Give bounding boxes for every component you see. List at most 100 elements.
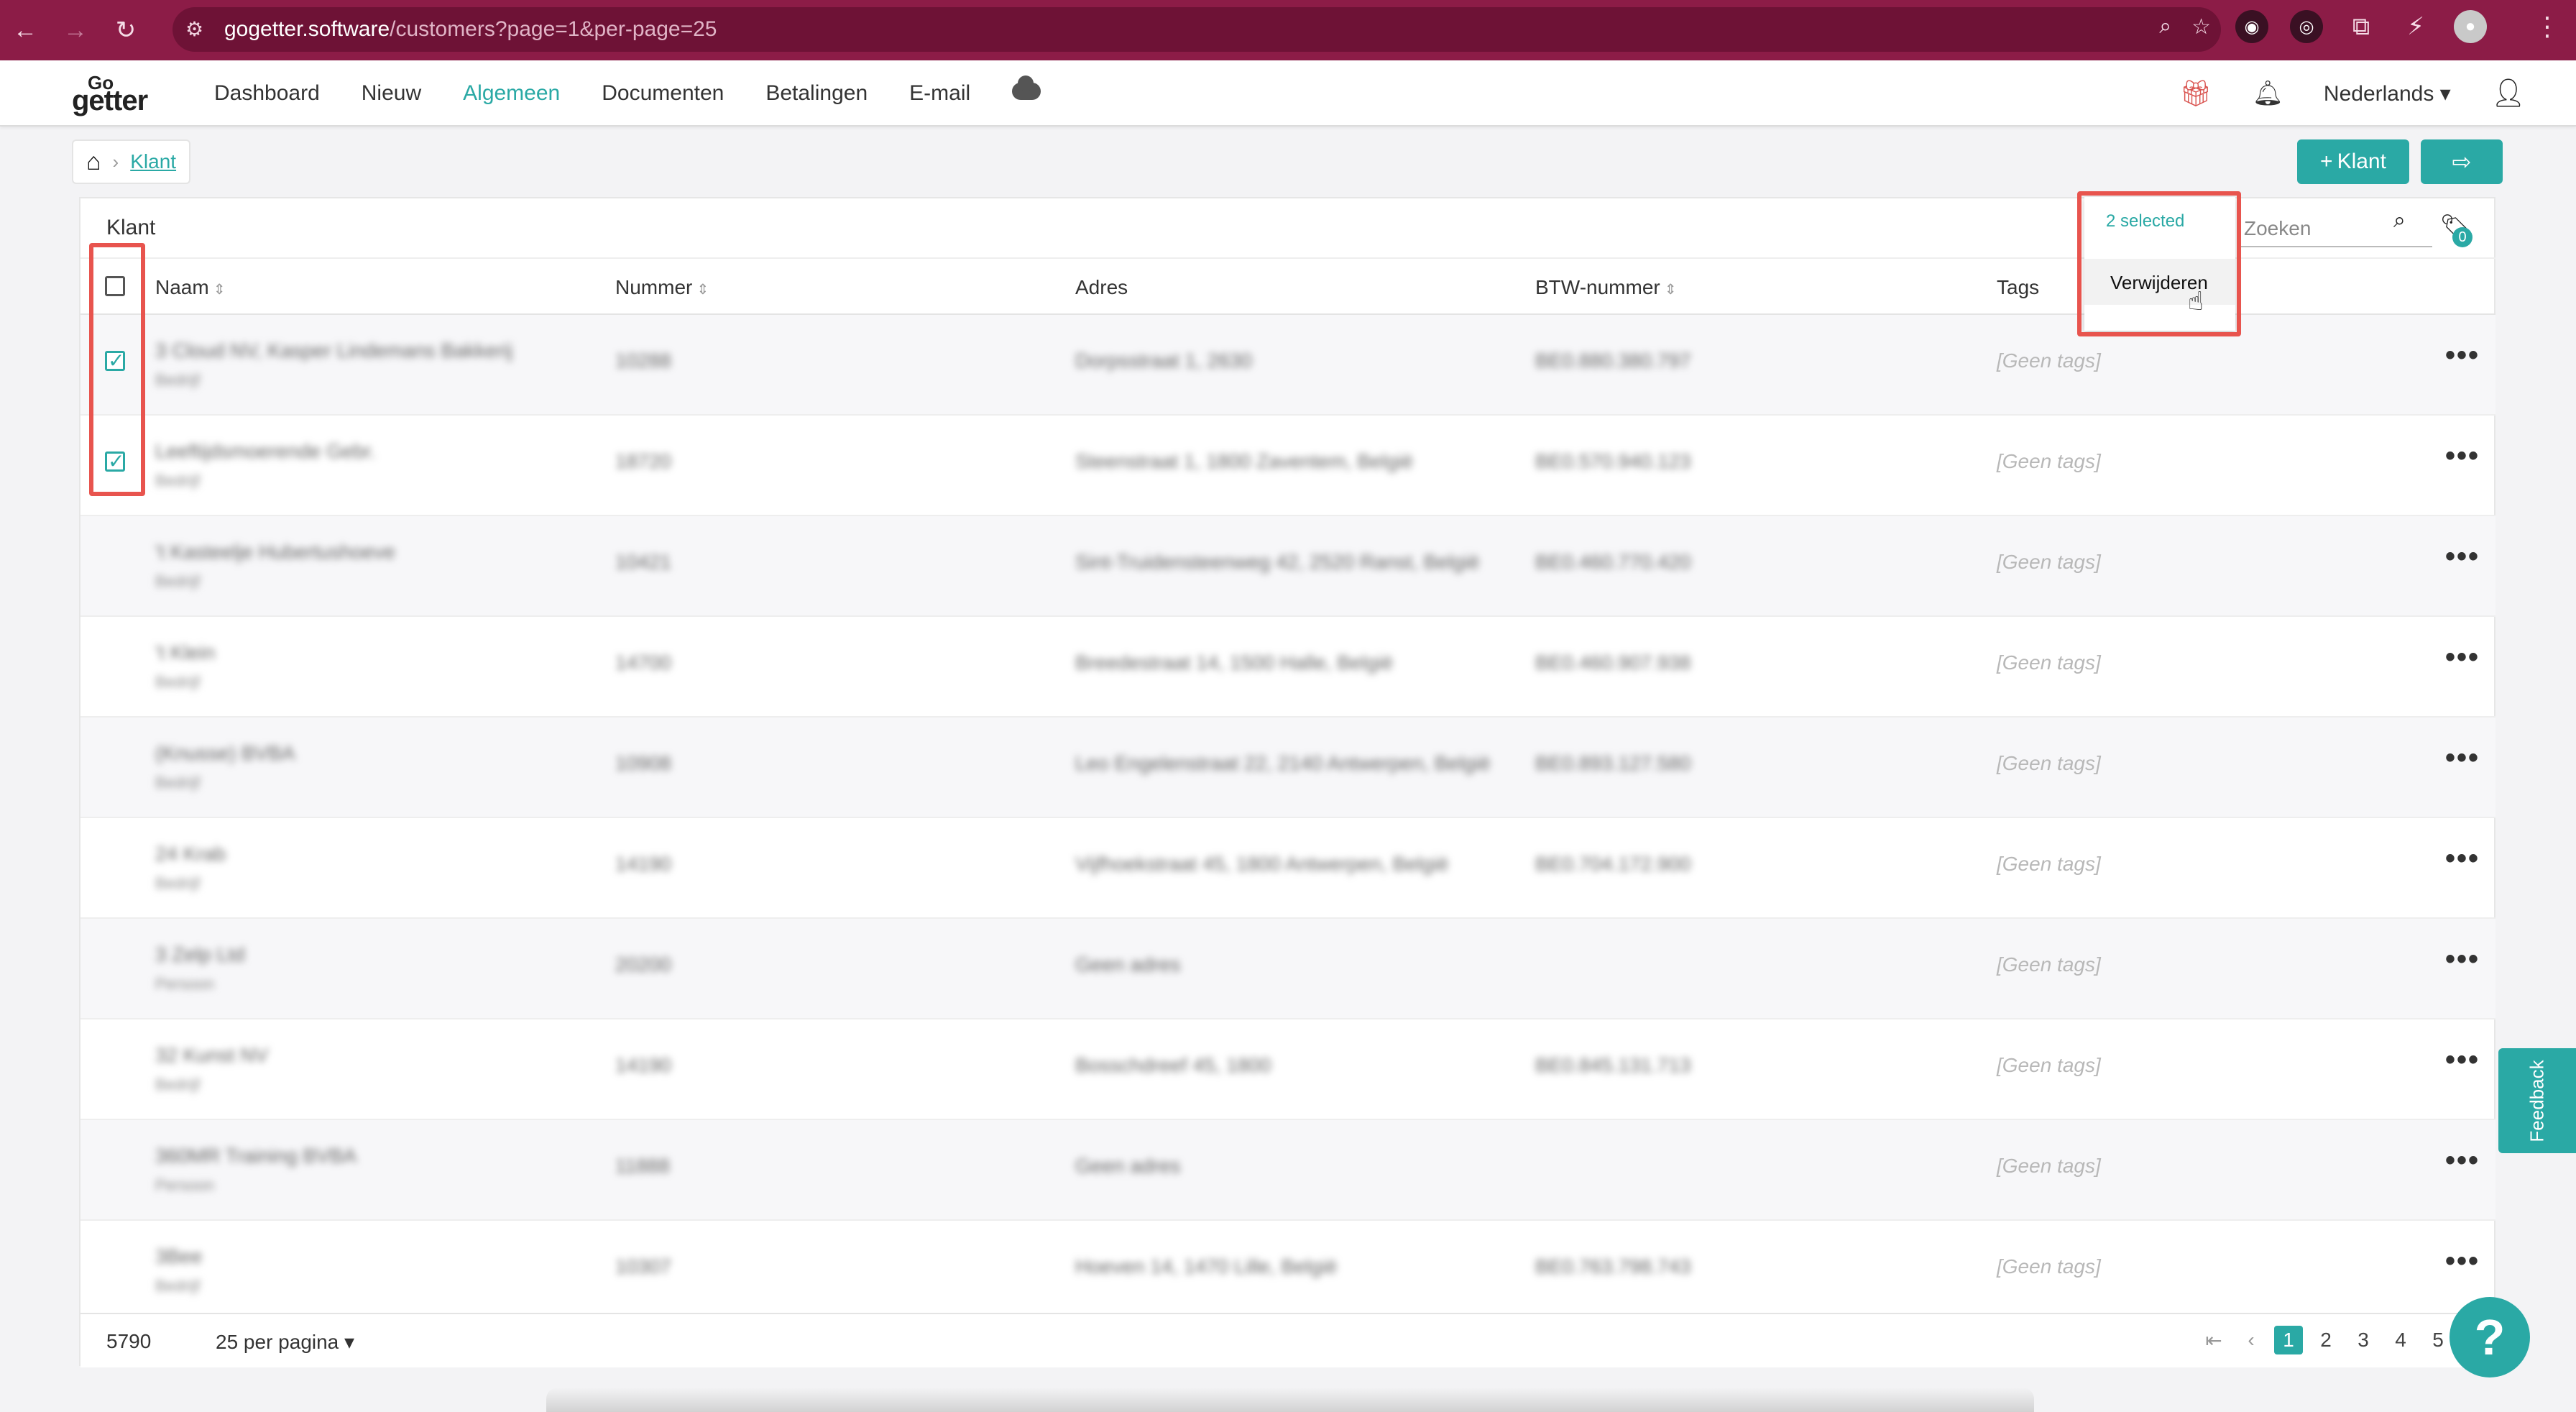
home-icon[interactable]: ⌂ — [86, 148, 101, 176]
help-button[interactable]: ? — [2450, 1297, 2530, 1377]
more-actions-icon[interactable]: ••• — [2445, 440, 2480, 472]
customer-tags[interactable]: [Geen tags] — [1997, 651, 2101, 674]
forward-icon[interactable]: → — [50, 0, 101, 60]
sort-icon: ⇕ — [696, 282, 709, 298]
more-actions-icon[interactable]: ••• — [2445, 843, 2480, 875]
customer-number: 10307 — [615, 1255, 671, 1278]
customer-name[interactable]: 24 Krab — [155, 843, 226, 866]
customer-tags[interactable]: [Geen tags] — [1997, 853, 2101, 876]
customer-address: Leo Engelenstraat 22, 2140 Antwerpen, Be… — [1075, 752, 1491, 774]
column-nummer[interactable]: Nummer ⇕ — [615, 276, 709, 299]
gift-icon[interactable]: 🎁︎ — [2179, 78, 2212, 109]
customer-name[interactable]: (Knusse) BVBA — [155, 742, 295, 765]
more-actions-icon[interactable]: ••• — [2445, 742, 2480, 774]
profile-avatar[interactable]: ● — [2454, 10, 2487, 43]
page-4[interactable]: 4 — [2386, 1326, 2415, 1354]
page-2[interactable]: 2 — [2312, 1326, 2340, 1354]
prev-page-icon[interactable]: ‹ — [2237, 1326, 2266, 1354]
table-footer: 5790 25 per pagina ▾ ⇤ ‹ 1 2 3 4 5 › — [80, 1313, 2496, 1367]
search-icon[interactable]: ⌕ — [2393, 208, 2406, 233]
menu-email[interactable]: E-mail — [909, 81, 970, 106]
table-row[interactable]: (Knusse) BVBA Bedrijf 10908 Leo Engelenstra… — [80, 718, 2496, 818]
bell-icon[interactable]: 🔔︎ — [2253, 79, 2283, 108]
customer-name[interactable]: 't Klein — [155, 641, 215, 664]
more-actions-icon[interactable]: ••• — [2445, 641, 2480, 674]
export-button[interactable]: ⇨ — [2421, 139, 2503, 184]
app-navbar: Go getter Dashboard Nieuw Algemeen Docum… — [0, 60, 2576, 127]
table-row[interactable]: 360MR Training BVBA Persoon 11888 Geen adre… — [80, 1120, 2496, 1221]
customer-name[interactable]: 't Kasteelje Hubertushoeve — [155, 541, 395, 564]
extension-icon[interactable]: ◎ — [2290, 10, 2323, 43]
back-icon[interactable]: ← — [0, 0, 50, 60]
customer-address: Dorpsstraat 1, 2630 — [1075, 349, 1252, 372]
more-actions-icon[interactable]: ••• — [2445, 1245, 2480, 1278]
reload-icon[interactable]: ↻ — [101, 0, 151, 60]
bookmark-star-icon[interactable]: ☆ — [2191, 14, 2211, 40]
table-row[interactable]: Leeftijdsmoerende Gebr. Bedrijf 18720 Steen… — [80, 416, 2496, 516]
menu-documenten[interactable]: Documenten — [602, 81, 724, 106]
menu-betalingen[interactable]: Betalingen — [765, 81, 868, 106]
browser-menu-icon[interactable]: ⋮ — [2534, 12, 2560, 42]
customer-tags[interactable]: [Geen tags] — [1997, 953, 2101, 976]
customer-tags[interactable]: [Geen tags] — [1997, 551, 2101, 574]
more-actions-icon[interactable]: ••• — [2445, 1044, 2480, 1076]
table-row[interactable]: 't Kasteelje Hubertushoeve Bedrijf 10421 Si… — [80, 516, 2496, 617]
tag-filter-count: 0 — [2452, 227, 2472, 247]
extensions-puzzle-icon[interactable]: ⧉ — [2345, 10, 2378, 43]
table-row[interactable]: 3 Zelp Ltd Persoon 20200 Geen adres [Geen ta… — [80, 919, 2496, 1019]
per-page-select[interactable]: 25 per pagina ▾ — [216, 1330, 354, 1354]
extension-icon[interactable]: ◉ — [2235, 10, 2268, 43]
feedback-tab[interactable]: Feedback — [2498, 1048, 2576, 1153]
address-bar[interactable]: ⚙ gogetter.software/customers?page=1&per… — [172, 7, 2221, 52]
export-file-icon: ⇨ — [2452, 149, 2472, 175]
customer-vat: BE0.704.172.900 — [1535, 853, 1691, 875]
customer-tags[interactable]: [Geen tags] — [1997, 450, 2101, 473]
more-actions-icon[interactable]: ••• — [2445, 1145, 2480, 1177]
add-customer-button[interactable]: + Klant — [2297, 139, 2409, 184]
customer-address: Geen adres — [1075, 953, 1181, 976]
first-page-icon[interactable]: ⇤ — [2199, 1326, 2228, 1354]
column-naam[interactable]: Naam ⇕ — [155, 276, 225, 299]
customer-number: 14700 — [615, 651, 671, 674]
menu-dashboard[interactable]: Dashboard — [214, 81, 320, 106]
table-row[interactable]: 24 Krab Bedrijf 14190 Vijfhoekstraat 45, 18… — [80, 818, 2496, 919]
customer-tags[interactable]: [Geen tags] — [1997, 1054, 2101, 1077]
breadcrumb-klant[interactable]: Klant — [130, 150, 176, 173]
language-select[interactable]: Nederlands ▾ — [2324, 81, 2451, 106]
customer-name[interactable]: Leeftijdsmoerende Gebr. — [155, 440, 376, 463]
page-1[interactable]: 1 — [2274, 1326, 2303, 1354]
customer-tags[interactable]: [Geen tags] — [1997, 1255, 2101, 1278]
customer-type: Bedrijf — [155, 673, 201, 691]
performance-icon[interactable]: ⚡ — [2399, 10, 2432, 43]
customer-name[interactable]: 32 Kunst NV — [155, 1044, 268, 1067]
customer-type: Bedrijf — [155, 371, 201, 389]
more-actions-icon[interactable]: ••• — [2445, 541, 2480, 573]
user-icon[interactable]: 👤︎ — [2491, 78, 2526, 109]
customer-tags[interactable]: [Geen tags] — [1997, 1155, 2101, 1178]
url-host: gogetter.software — [224, 17, 390, 41]
customer-number: 14190 — [615, 1054, 671, 1076]
more-actions-icon[interactable]: ••• — [2445, 339, 2480, 372]
zoom-icon[interactable]: ⌕ — [2159, 14, 2171, 40]
customer-tags[interactable]: [Geen tags] — [1997, 349, 2101, 372]
customer-number: 10288 — [615, 349, 671, 372]
table-row[interactable]: 't Klein Bedrijf 14700 Breedestraat 14, 150… — [80, 617, 2496, 718]
customer-name[interactable]: 360MR Training BVBA — [155, 1145, 356, 1168]
cloud-icon[interactable] — [1012, 75, 1041, 100]
more-actions-icon[interactable]: ••• — [2445, 943, 2480, 976]
table-row[interactable]: 32 Kunst NV Bedrijf 14190 Bosschdreef 45, 1… — [80, 1019, 2496, 1120]
page-5[interactable]: 5 — [2424, 1326, 2452, 1354]
menu-nieuw[interactable]: Nieuw — [362, 81, 421, 106]
table-row[interactable]: 3Bee Bedrijf 10307 Hoeven 14, 1470 Lille, B… — [80, 1221, 2496, 1321]
customer-tags[interactable]: [Geen tags] — [1997, 752, 2101, 775]
customer-type: Bedrijf — [155, 1076, 201, 1094]
customer-vat: BE0.570.940.123 — [1535, 450, 1691, 472]
customer-name[interactable]: 3 Zelp Ltd — [155, 943, 245, 966]
customer-name[interactable]: 3Bee — [155, 1245, 202, 1268]
page-3[interactable]: 3 — [2349, 1326, 2378, 1354]
menu-algemeen[interactable]: Algemeen — [463, 81, 560, 106]
plus-icon: + — [2320, 150, 2333, 173]
column-btw-nummer[interactable]: BTW-nummer ⇕ — [1535, 276, 1676, 299]
customer-name[interactable]: 3 Cloud NV, Kasper Lindemans Bakkerij — [155, 339, 512, 362]
site-settings-icon[interactable]: ⚙ — [185, 17, 210, 42]
